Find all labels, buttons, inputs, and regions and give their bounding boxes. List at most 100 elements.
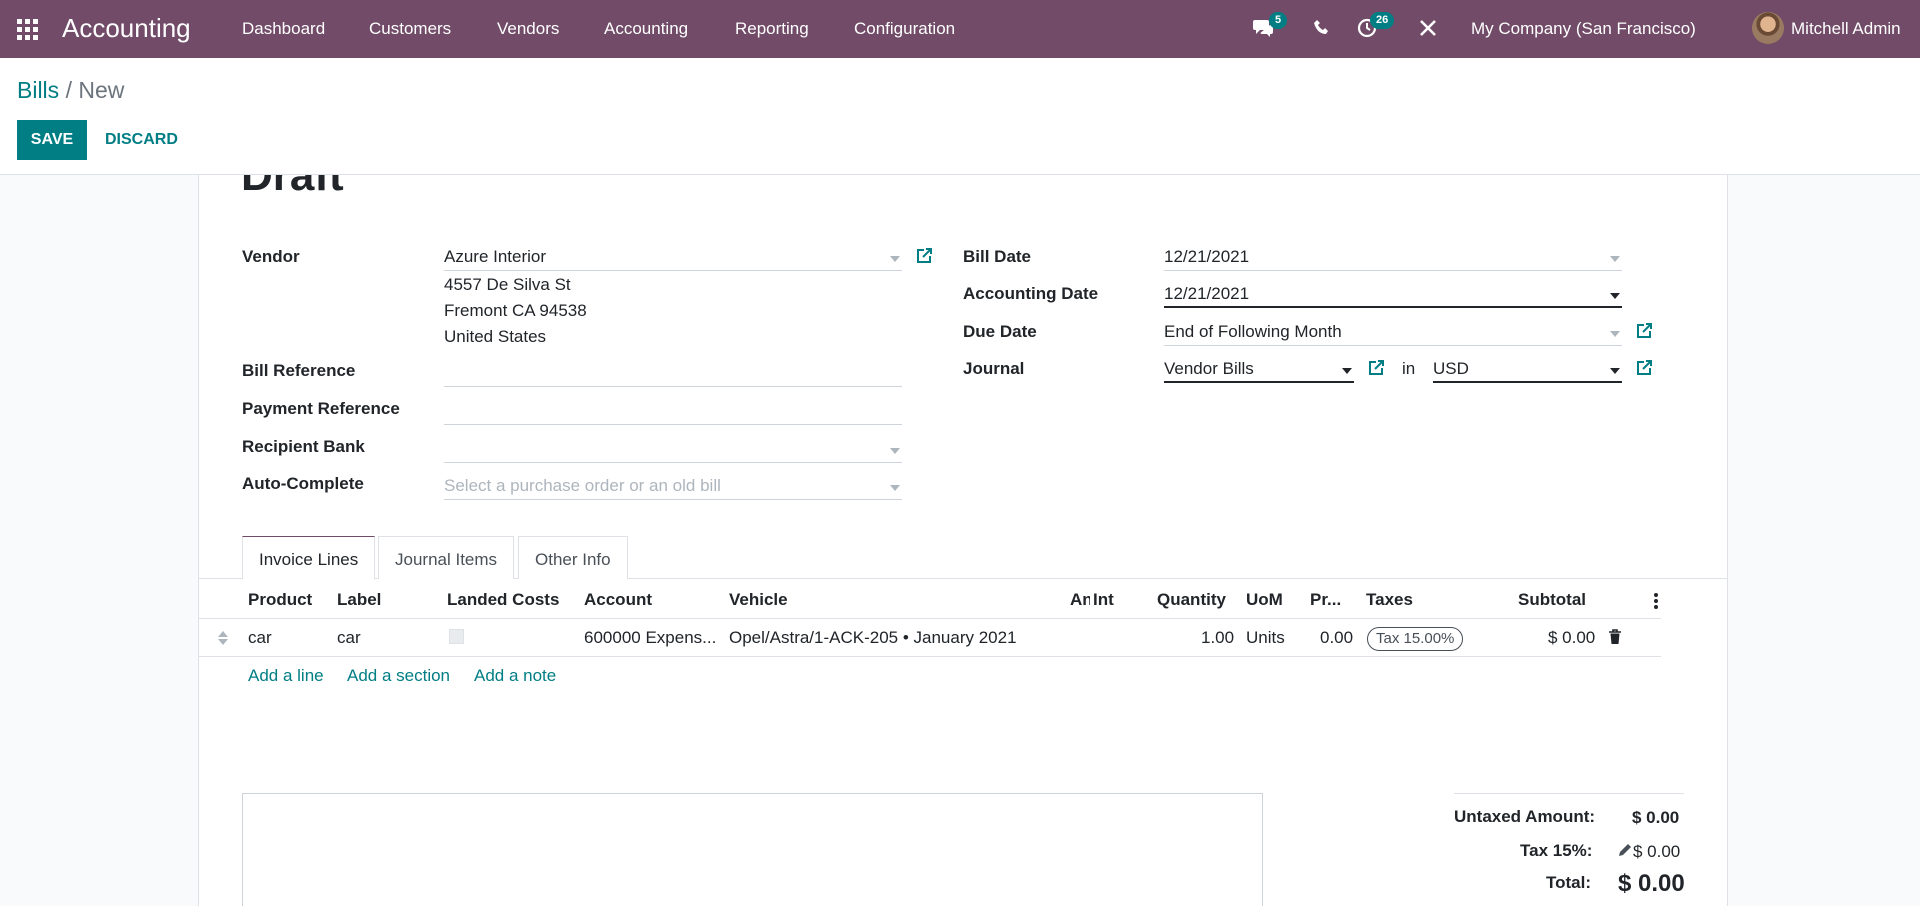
col-uom[interactable]: UoM <box>1246 590 1283 610</box>
phone-icon[interactable] <box>1313 19 1331 37</box>
table-row-divider <box>199 656 1661 657</box>
due-date-field[interactable]: End of Following Month <box>1164 320 1622 346</box>
add-line-link[interactable]: Add a line <box>248 666 324 686</box>
app-name[interactable]: Accounting <box>62 13 191 44</box>
auto-complete-dropdown-icon[interactable] <box>890 485 900 491</box>
cell-label[interactable]: car <box>337 628 361 648</box>
discard-button[interactable]: DISCARD <box>95 120 188 160</box>
accounting-date-value: 12/21/2021 <box>1164 284 1250 303</box>
vendor-address-line-3: United States <box>444 327 547 346</box>
apps-menu-icon[interactable] <box>17 19 39 40</box>
col-account[interactable]: Account <box>584 590 652 610</box>
cell-quantity[interactable]: 1.00 <box>1201 628 1234 648</box>
currency-external-link-icon[interactable] <box>1635 359 1653 377</box>
table-header-divider <box>199 618 1661 619</box>
tab-other-info[interactable]: Other Info <box>518 536 628 579</box>
user-avatar[interactable] <box>1752 12 1784 44</box>
cell-landed-costs-checkbox[interactable] <box>449 629 464 644</box>
col-intrastat[interactable]: Int <box>1093 590 1115 610</box>
drag-handle-icon[interactable] <box>217 630 229 646</box>
top-navbar: Accounting Dashboard Customers Vendors A… <box>0 0 1920 58</box>
cell-tax-tag[interactable]: Tax 15.00% <box>1367 627 1464 651</box>
vendor-field[interactable]: Azure Interior <box>444 245 902 271</box>
journal-in-label: in <box>1402 359 1416 378</box>
total-value: $ 0.00 <box>1618 870 1685 897</box>
menu-vendors[interactable]: Vendors <box>497 19 559 39</box>
due-date-label: Due Date <box>963 322 1037 341</box>
tax-15-value: $ 0.00 <box>1633 842 1681 861</box>
control-panel: Bills / New SAVE DISCARD <box>0 58 1920 175</box>
breadcrumb-current: New <box>78 77 125 103</box>
cell-product[interactable]: car <box>248 628 272 648</box>
due-date-dropdown-icon[interactable] <box>1610 331 1620 337</box>
col-taxes[interactable]: Taxes <box>1366 590 1413 610</box>
totals-divider <box>1454 793 1684 794</box>
add-section-link[interactable]: Add a section <box>347 666 450 686</box>
cell-price[interactable]: 0.00 <box>1320 628 1353 648</box>
payment-reference-label: Payment Reference <box>242 399 400 418</box>
due-date-external-link-icon[interactable] <box>1635 322 1653 340</box>
journal-field[interactable]: Vendor Bills <box>1164 357 1354 383</box>
menu-configuration[interactable]: Configuration <box>854 19 955 39</box>
vendor-value: Azure Interior <box>444 247 547 266</box>
breadcrumb: Bills / New <box>17 77 124 104</box>
col-subtotal[interactable]: Subtotal <box>1518 590 1586 610</box>
journal-label: Journal <box>963 359 1025 378</box>
menu-accounting[interactable]: Accounting <box>604 19 688 39</box>
vendor-address-line-2: Fremont CA 94538 <box>444 301 587 320</box>
menu-reporting[interactable]: Reporting <box>735 19 809 39</box>
vendor-external-link-icon[interactable] <box>915 247 933 265</box>
company-switcher[interactable]: My Company (San Francisco) <box>1471 19 1696 39</box>
edit-tax-pencil-icon[interactable] <box>1618 843 1632 857</box>
auto-complete-field[interactable]: Select a purchase order or an old bill <box>444 474 902 500</box>
col-label[interactable]: Label <box>337 590 381 610</box>
vendor-address-line-1: 4557 De Silva St <box>444 275 571 294</box>
tab-invoice-lines[interactable]: Invoice Lines <box>242 536 376 580</box>
currency-field[interactable]: USD <box>1433 357 1622 383</box>
messages-count-badge: 5 <box>1269 12 1288 29</box>
bill-date-dropdown-icon[interactable] <box>1610 256 1620 262</box>
col-price[interactable]: Pr... <box>1310 590 1341 610</box>
breadcrumb-separator: / <box>65 77 72 103</box>
col-analytic[interactable]: An <box>1070 590 1090 610</box>
due-date-value: End of Following Month <box>1164 322 1342 341</box>
delete-row-icon[interactable] <box>1608 629 1622 645</box>
cell-vehicle[interactable]: Opel/Astra/1-ACK-205 • January 2021 <box>729 628 1017 648</box>
bill-reference-input[interactable] <box>444 361 902 387</box>
form-sheet: Draft Vendor Azure Interior 4557 De Silv… <box>198 175 1728 906</box>
recipient-bank-dropdown-icon[interactable] <box>890 448 900 454</box>
currency-dropdown-icon[interactable] <box>1610 368 1620 374</box>
menu-customers[interactable]: Customers <box>369 19 451 39</box>
cell-subtotal: $ 0.00 <box>1548 628 1596 647</box>
col-quantity[interactable]: Quantity <box>1157 590 1226 610</box>
tab-journal-items[interactable]: Journal Items <box>378 536 515 579</box>
untaxed-amount-value: $ 0.00 <box>1632 808 1680 827</box>
terms-notes-textarea[interactable] <box>242 793 1263 906</box>
payment-reference-input[interactable] <box>444 399 902 425</box>
optional-columns-icon[interactable] <box>1654 593 1658 609</box>
col-vehicle[interactable]: Vehicle <box>729 590 788 610</box>
user-menu[interactable]: Mitchell Admin <box>1791 19 1901 39</box>
add-note-link[interactable]: Add a note <box>474 666 556 686</box>
menu-dashboard[interactable]: Dashboard <box>242 19 325 39</box>
save-button[interactable]: SAVE <box>17 120 87 160</box>
debug-tools-icon[interactable] <box>1419 19 1437 37</box>
journal-dropdown-icon[interactable] <box>1342 368 1352 374</box>
cell-uom[interactable]: Units <box>1246 628 1285 648</box>
accounting-date-dropdown-icon[interactable] <box>1610 293 1620 299</box>
bill-date-field[interactable]: 12/21/2021 <box>1164 245 1622 271</box>
col-landed-costs[interactable]: Landed Costs <box>447 590 559 610</box>
vendor-label: Vendor <box>242 247 300 266</box>
journal-value: Vendor Bills <box>1164 359 1254 378</box>
accounting-date-label: Accounting Date <box>963 284 1099 303</box>
col-product[interactable]: Product <box>248 590 312 610</box>
recipient-bank-label: Recipient Bank <box>242 437 365 456</box>
vendor-dropdown-icon[interactable] <box>890 256 900 262</box>
recipient-bank-field[interactable] <box>444 437 902 463</box>
cell-account[interactable]: 600000 Expens... <box>584 628 716 648</box>
breadcrumb-bills-link[interactable]: Bills <box>17 77 59 103</box>
activities-count-badge: 26 <box>1370 12 1395 29</box>
accounting-date-field[interactable]: 12/21/2021 <box>1164 282 1622 308</box>
journal-external-link-icon[interactable] <box>1367 359 1385 377</box>
bill-date-label: Bill Date <box>963 247 1032 266</box>
